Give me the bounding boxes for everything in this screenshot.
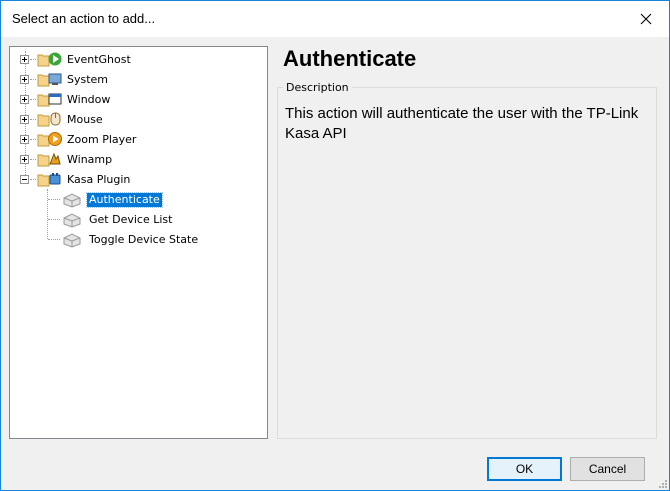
action-icon [63,193,81,208]
expand-icon[interactable] [20,115,29,124]
tree-item-label: System [67,73,109,86]
tree-item-winamp[interactable]: Winamp [10,150,267,170]
collapse-icon[interactable] [20,175,29,184]
winamp-icon [49,152,61,165]
tree-item-authenticate[interactable]: Authenticate [10,190,267,210]
window-title: Select an action to add... [12,11,156,26]
ok-button[interactable]: OK [487,457,562,481]
expand-icon[interactable] [20,155,29,164]
window-icon [48,93,62,105]
tree-item-zoom-player[interactable]: Zoom Player [10,130,267,150]
expand-icon[interactable] [20,75,29,84]
expand-icon[interactable] [20,95,29,104]
tree-item-kasa-plugin[interactable]: Kasa Plugin [10,170,267,190]
tree-item-system[interactable]: System [10,70,267,90]
tree-item-label: Get Device List [89,213,173,226]
close-icon [640,13,652,25]
description-label: Description [283,81,352,94]
title-bar[interactable]: Select an action to add... [1,1,669,37]
close-button[interactable] [623,1,669,37]
zoomplayer-icon [48,132,62,146]
tree-item-label: Toggle Device State [89,233,199,246]
eventghost-icon [48,52,62,66]
tree-item-eventghost[interactable]: EventGhost [10,50,267,70]
kasa-plugin-icon [49,173,61,185]
action-icon [63,213,81,228]
action-icon [63,233,81,248]
tree-item-label: Zoom Player [67,133,137,146]
tree-item-window[interactable]: Window [10,90,267,110]
cancel-button[interactable]: Cancel [570,457,645,481]
expand-icon[interactable] [20,55,29,64]
tree-item-label: Winamp [67,153,113,166]
tree-item-get-device-list[interactable]: Get Device List [10,210,267,230]
action-title: Authenticate [283,46,417,71]
tree-item-mouse[interactable]: Mouse [10,110,267,130]
expand-icon[interactable] [20,135,29,144]
tree-item-label: Kasa Plugin [67,173,131,186]
tree-item-label: Mouse [67,113,103,126]
resize-grip-icon[interactable] [657,478,667,488]
mouse-icon [50,112,61,126]
tree-item-label: EventGhost [67,53,131,66]
system-icon [48,73,62,85]
action-tree[interactable]: EventGhost System Window Mouse Zoom Play… [9,46,268,439]
tree-item-label: Authenticate [86,192,163,208]
tree-item-label: Window [67,93,111,106]
description-text: This action will authenticate the user w… [285,105,639,142]
tree-item-toggle-device-state[interactable]: Toggle Device State [10,230,267,250]
select-action-dialog: Select an action to add... EventGhost Sy… [0,0,670,491]
